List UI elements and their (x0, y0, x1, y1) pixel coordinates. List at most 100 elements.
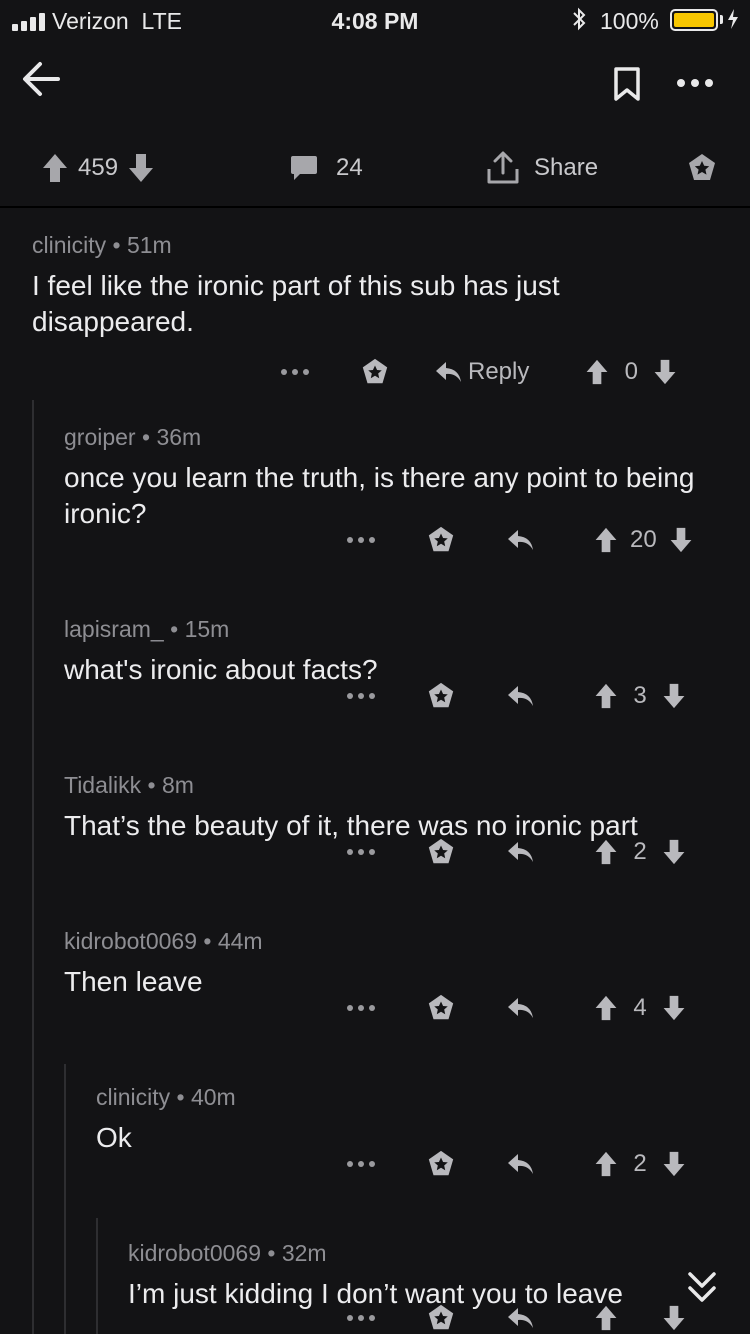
comment-meta: Tidalikk • 8m (64, 770, 744, 800)
upvote-icon[interactable] (594, 839, 618, 865)
upvote-icon[interactable] (594, 1305, 618, 1331)
comment-age: 40m (190, 1084, 236, 1110)
thread-line-level-3 (96, 1218, 98, 1334)
award-star-icon[interactable] (426, 837, 456, 867)
reply-arrow-icon[interactable] (506, 1150, 534, 1178)
meta-separator: • (112, 232, 121, 258)
comment-author[interactable]: clinicity (96, 1084, 170, 1110)
comment-score: 3 (633, 682, 647, 709)
more-options-icon[interactable] (346, 1314, 376, 1322)
more-options-icon[interactable] (676, 76, 714, 88)
comment-author[interactable]: lapisram_ (64, 616, 164, 642)
downvote-icon[interactable] (653, 359, 677, 385)
more-options-icon[interactable] (280, 368, 310, 376)
thread-line-level-2 (64, 1064, 66, 1334)
meta-separator: • (147, 772, 156, 798)
reply-arrow-icon[interactable] (506, 994, 534, 1022)
status-bar: Verizon LTE 4:08 PM 100% (0, 0, 750, 40)
reply-arrow-icon (436, 362, 461, 382)
nav-bar (0, 40, 750, 130)
comment-text: I feel like the ironic part of this sub … (32, 270, 560, 337)
more-options-icon[interactable] (346, 1004, 376, 1012)
charging-icon (727, 8, 739, 36)
more-options-icon[interactable] (346, 1160, 376, 1168)
comment-author[interactable]: groiper (64, 424, 136, 450)
meta-separator: • (203, 928, 212, 954)
comment: groiper • 36m once you learn the truth, i… (64, 422, 744, 532)
meta-separator: • (267, 1240, 276, 1266)
bluetooth-icon (572, 7, 586, 37)
comment-meta: kidrobot0069 • 44m (64, 926, 744, 956)
award-star-icon[interactable] (426, 993, 456, 1023)
comment-meta: clinicity • 40m (96, 1082, 744, 1112)
reply-arrow-icon[interactable] (506, 682, 534, 710)
downvote-icon[interactable] (128, 153, 154, 183)
comment-score: 20 (630, 526, 657, 553)
reply-label: Reply (468, 358, 530, 385)
comment-age: 51m (126, 232, 172, 258)
reply-arrow-icon[interactable] (506, 1304, 534, 1332)
comment-controls: 2 (346, 1142, 716, 1186)
award-star-icon[interactable] (686, 152, 718, 184)
share-label: Share (534, 154, 599, 181)
award-star-icon[interactable] (426, 1149, 456, 1179)
meta-separator: • (170, 616, 179, 642)
upvote-icon[interactable] (42, 153, 68, 183)
battery-percent: 100% (600, 8, 659, 34)
award-star-icon[interactable] (426, 681, 456, 711)
comment-age: 32m (281, 1240, 327, 1266)
comment-controls: Reply 0 (280, 350, 700, 394)
upvote-icon[interactable] (585, 359, 609, 385)
comment-controls: 3 (346, 674, 716, 718)
comment-age: 44m (217, 928, 263, 954)
comment-controls: 4 (346, 986, 716, 1030)
bookmark-icon[interactable] (612, 66, 642, 102)
comment-score: 4 (633, 994, 647, 1021)
comment-bubble-icon (291, 156, 317, 180)
comment-author[interactable]: kidrobot0069 (64, 928, 197, 954)
upvote-icon[interactable] (594, 527, 618, 553)
comment-meta: kidrobot0069 • 32m (128, 1238, 744, 1268)
comment-controls: 20 (346, 518, 716, 562)
award-star-icon[interactable] (360, 357, 390, 387)
downvote-icon[interactable] (662, 995, 686, 1021)
downvote-icon[interactable] (662, 839, 686, 865)
meta-separator: • (142, 424, 151, 450)
downvote-icon[interactable] (669, 527, 693, 553)
reply-arrow-icon[interactable] (506, 526, 534, 554)
comment-score: 2 (633, 1150, 647, 1177)
upvote-icon[interactable] (594, 995, 618, 1021)
share-button[interactable]: Share (486, 130, 598, 206)
downvote-icon[interactable] (662, 1151, 686, 1177)
comment-score: 2 (633, 838, 647, 865)
comment-score: 0 (624, 358, 639, 385)
upvote-icon[interactable] (594, 1151, 618, 1177)
comment-count: 24 (336, 154, 363, 181)
more-options-icon[interactable] (346, 848, 376, 856)
comments-button[interactable]: 24 (290, 130, 363, 206)
upvote-icon[interactable] (594, 683, 618, 709)
award-star-icon[interactable] (426, 1303, 456, 1333)
comment-age: 8m (161, 772, 194, 798)
comment-meta: lapisram_ • 15m (64, 614, 744, 644)
meta-separator: • (176, 1084, 185, 1110)
comment-author[interactable]: Tidalikk (64, 772, 141, 798)
battery-tip (720, 15, 723, 24)
comment-author[interactable]: clinicity (32, 232, 106, 258)
comment: clinicity • 51m I feel like the ironic p… (32, 230, 722, 340)
downvote-icon[interactable] (662, 683, 686, 709)
comment-controls (346, 1296, 716, 1334)
comment-author[interactable]: kidrobot0069 (128, 1240, 261, 1266)
chevron-down-icon[interactable] (686, 1270, 718, 1306)
post-score: 459 (78, 154, 119, 181)
more-options-icon[interactable] (346, 692, 376, 700)
award-star-icon[interactable] (426, 525, 456, 555)
comment-meta: clinicity • 51m (32, 230, 722, 260)
reply-button[interactable]: Reply (434, 358, 529, 386)
post-action-bar: 459 24 Share (0, 130, 750, 208)
back-arrow-icon[interactable] (20, 58, 62, 100)
more-options-icon[interactable] (346, 536, 376, 544)
downvote-icon[interactable] (662, 1305, 686, 1331)
reply-arrow-icon[interactable] (506, 838, 534, 866)
comment-age: 15m (184, 616, 230, 642)
